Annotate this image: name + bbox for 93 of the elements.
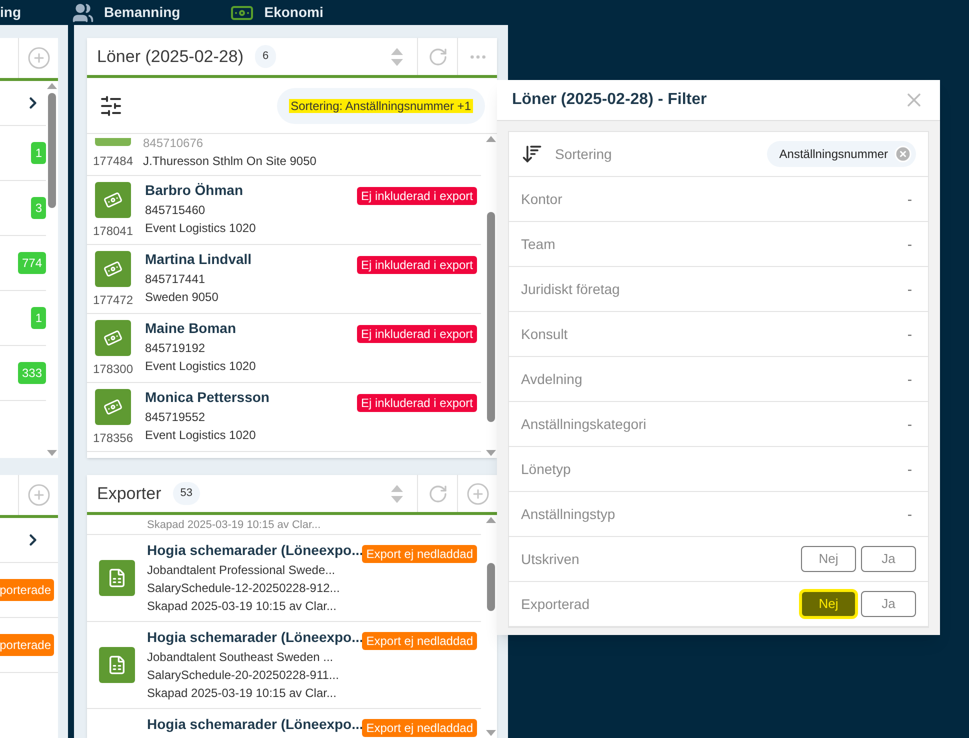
status-badge: Ej inkluderad i export <box>356 256 477 274</box>
toggle-option[interactable]: Ja <box>861 591 916 617</box>
add-icon[interactable] <box>26 46 50 70</box>
employee-number: 845719552 <box>145 409 206 425</box>
people-icon <box>72 2 94 24</box>
refresh-icon[interactable] <box>428 46 448 66</box>
filter-field[interactable]: Avdelning - <box>509 357 928 402</box>
export-title: Hogia schemarader (Löneexpo... <box>147 715 362 733</box>
employee-number: 845717441 <box>145 271 206 287</box>
panel-title: Löner (2025-02-28) <box>96 46 244 68</box>
status-badge: porterade <box>0 634 54 656</box>
nav-item[interactable]: ing <box>0 0 72 25</box>
count-badge: 3 <box>31 197 46 219</box>
scroll-up-icon[interactable] <box>486 136 496 142</box>
scroll-down-icon[interactable] <box>486 730 496 736</box>
refresh-icon[interactable] <box>428 484 448 504</box>
status-badge: Export ej nedladdad <box>362 545 477 563</box>
dialog-title: Löner (2025-02-28) - Filter <box>512 90 708 110</box>
nav-item[interactable]: Ekonomi <box>230 0 374 25</box>
employee-location: Event Logistics 1020 <box>145 427 257 443</box>
employee-location: Sweden 9050 <box>145 289 220 305</box>
filter-field[interactable]: Lönetyp - <box>509 447 928 492</box>
scrollbar-thumb[interactable] <box>487 212 495 422</box>
toggle-option[interactable]: Nej <box>801 546 856 572</box>
money-avatar-icon <box>95 320 131 356</box>
export-title: Hogia schemarader (Löneexpo... <box>147 541 362 559</box>
employee-name: Martina Lindvall <box>145 250 253 268</box>
count-badge: 1 <box>31 142 46 164</box>
filter-label: Utskriven <box>521 550 580 568</box>
employee-name: Monica Pettersson <box>145 388 270 406</box>
employee-id: 178356 <box>92 430 134 447</box>
employee-id: 178300 <box>92 361 134 378</box>
scrollbar-thumb[interactable] <box>487 563 495 611</box>
employee-name: Maine Boman <box>145 319 238 337</box>
sort-label: Sortering <box>555 144 613 164</box>
scroll-up-icon[interactable] <box>47 83 57 89</box>
spreadsheet-icon <box>99 560 135 596</box>
spreadsheet-icon <box>99 647 135 683</box>
filter-field[interactable]: Team - <box>509 222 928 267</box>
filter-field[interactable]: Juridiskt företag - <box>509 267 928 312</box>
employee-name: Barbro Öhman <box>145 181 244 199</box>
panel-title: Exporter <box>96 482 162 505</box>
count-badge: 333 <box>18 362 46 384</box>
status-badge: Ej inkluderad i export <box>356 187 477 205</box>
employee-number: 845710676 <box>143 135 204 152</box>
status-badge: Ej inkluderad i export <box>356 394 477 412</box>
employee-id: 177472 <box>92 292 134 309</box>
export-file: SalarySchedule-20-20250228-911... <box>147 667 340 683</box>
filter-field[interactable]: Anställningskategori - <box>509 402 928 447</box>
count-pill: 6 <box>255 45 276 68</box>
count-badge: 774 <box>18 252 46 274</box>
sort-icon[interactable] <box>521 143 543 165</box>
count-pill: 53 <box>173 482 200 505</box>
export-customer: Jobandtalent Professional Swede... <box>147 562 336 578</box>
employee-location: Event Logistics 1020 <box>145 358 257 374</box>
employee-number: 845719192 <box>145 340 206 356</box>
status-badge: Ej inkluderad i export <box>356 325 477 343</box>
status-badge: porterade <box>0 579 54 601</box>
scroll-down-icon[interactable] <box>486 450 496 456</box>
scrollbar-thumb[interactable] <box>48 93 56 208</box>
export-created: Skapad 2025-03-19 10:15 av Clar... <box>147 518 321 532</box>
status-badge: Export ej nedladdad <box>362 719 477 737</box>
count-badge: 1 <box>31 307 46 329</box>
filter-chip[interactable]: Sortering: Anställningsnummer +1 <box>276 88 485 124</box>
sliders-icon[interactable] <box>99 94 123 118</box>
filter-field[interactable]: Kontor - <box>509 177 928 222</box>
sort-chip[interactable]: Anställningsnummer <box>767 141 916 167</box>
employee-id: 178041 <box>92 223 134 240</box>
avatar-stub-icon <box>95 138 131 146</box>
toggle-option[interactable]: Nej <box>801 591 856 617</box>
export-created: Skapad 2025-03-19 10:15 av Clar... <box>147 685 338 701</box>
employee-number: 845715460 <box>145 202 206 218</box>
employee-location: J.Thuresson Sthlm On Site 9050 <box>143 153 316 170</box>
clear-icon[interactable] <box>894 145 912 163</box>
money-avatar-icon <box>95 389 131 425</box>
employee-id: 177484 <box>92 153 134 170</box>
export-file: SalarySchedule-12-20250228-912... <box>147 580 341 596</box>
add-icon[interactable] <box>466 482 490 506</box>
export-customer: Jobandtalent Southeast Sweden ... <box>147 649 334 665</box>
export-title: Hogia schemarader (Löneexpo... <box>147 628 362 646</box>
export-created: Skapad 2025-03-19 10:15 av Clar... <box>147 598 338 614</box>
scroll-up-icon[interactable] <box>486 517 496 523</box>
money-avatar-icon <box>95 251 131 287</box>
toggle-option[interactable]: Ja <box>861 546 916 572</box>
status-badge: Export ej nedladdad <box>362 632 477 650</box>
filter-field[interactable]: Anställningstyp - <box>509 492 928 537</box>
filter-field[interactable]: Konsult - <box>509 312 928 357</box>
nav-item[interactable]: Bemanning <box>72 0 230 25</box>
scroll-down-icon[interactable] <box>47 450 57 456</box>
filter-label: Exporterad <box>521 594 590 614</box>
add-icon[interactable] <box>26 483 50 507</box>
money-avatar-icon <box>95 182 131 218</box>
employee-location: Event Logistics 1020 <box>145 220 257 236</box>
